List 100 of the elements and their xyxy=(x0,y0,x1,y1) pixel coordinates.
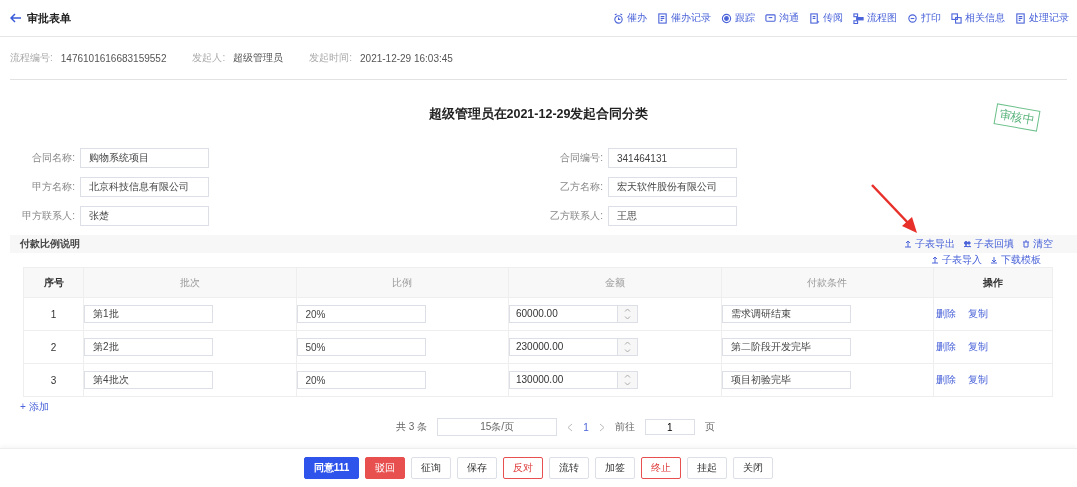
column-header: 比例 xyxy=(296,267,509,298)
increment-icon[interactable] xyxy=(624,341,631,345)
meta-label: 流程编号: xyxy=(10,51,53,65)
action-button[interactable]: 驳回 xyxy=(365,457,406,479)
page-size-select[interactable]: 15条/页 xyxy=(437,418,558,436)
action-button[interactable]: 同意111 xyxy=(303,457,360,479)
input-field[interactable]: 20% xyxy=(296,305,426,323)
action-button[interactable]: 保存 xyxy=(457,457,498,479)
row-action-link[interactable]: 删除 xyxy=(936,307,956,321)
input-field[interactable]: 王思 xyxy=(608,206,737,226)
toolbar-link[interactable]: 催办 xyxy=(613,11,647,25)
page-number[interactable]: 1 xyxy=(583,421,589,433)
toolbar-link[interactable]: 沟通 xyxy=(765,11,799,25)
field-label: 合同编号: xyxy=(559,151,603,165)
column-header: 金额 xyxy=(508,267,721,298)
meta-label: 发起时间: xyxy=(309,51,352,65)
add-row-link[interactable]: + 添加 xyxy=(20,400,49,414)
field-label: 合同名称: xyxy=(31,151,75,165)
row-action-link[interactable]: 复制 xyxy=(968,373,988,387)
column-header: 批次 xyxy=(83,267,296,298)
row-index: 2 xyxy=(23,330,84,364)
number-field[interactable]: 60000.00 xyxy=(509,305,638,323)
meta-value: 2021-12-29 16:03:45 xyxy=(360,52,453,64)
target-icon xyxy=(721,12,732,24)
action-button[interactable]: 终止 xyxy=(641,457,682,479)
input-field[interactable]: 项目初验完毕 xyxy=(721,371,851,389)
meta-value: 1476101616683159552 xyxy=(60,52,167,64)
input-field[interactable]: 需求调研结束 xyxy=(721,305,851,323)
decrement-icon[interactable] xyxy=(624,316,631,320)
row-action-link[interactable]: 复制 xyxy=(968,307,988,321)
people-icon xyxy=(963,240,971,248)
toolbar-link[interactable]: 打印 xyxy=(907,11,941,25)
table-tool-link[interactable]: 下载模板 xyxy=(990,253,1041,267)
action-button[interactable]: 征询 xyxy=(411,457,452,479)
meta-value: 超级管理员 xyxy=(233,51,284,65)
increment-icon[interactable] xyxy=(624,308,631,312)
row-index: 1 xyxy=(23,297,84,331)
document-icon xyxy=(657,12,668,24)
action-button[interactable]: 关闭 xyxy=(733,457,774,479)
form-title: 超级管理员在2021-12-29发起合同分类 xyxy=(428,105,649,123)
input-field[interactable]: 50% xyxy=(296,338,426,356)
toolbar-link[interactable]: 跟踪 xyxy=(721,11,755,25)
input-field[interactable]: 第2批 xyxy=(84,338,213,356)
pointer-arrow xyxy=(870,183,920,235)
input-field[interactable]: 20% xyxy=(296,371,426,389)
field-label: 乙方名称: xyxy=(559,180,603,194)
table-tool-link[interactable]: 子表回填 xyxy=(963,237,1014,251)
input-field[interactable]: 第4批次 xyxy=(84,371,213,389)
increment-icon[interactable] xyxy=(624,374,631,378)
table-tool-link[interactable]: 子表导出 xyxy=(904,237,955,251)
row-action-link[interactable]: 删除 xyxy=(936,340,956,354)
action-button[interactable]: 反对 xyxy=(503,457,544,479)
section-title: 付款比例说明 xyxy=(20,237,80,251)
alarm-clock-icon xyxy=(613,12,624,24)
row-action-link[interactable]: 复制 xyxy=(968,340,988,354)
page-input[interactable]: 1 xyxy=(644,419,695,435)
input-field[interactable]: 购物系统项目 xyxy=(80,148,209,168)
column-header: 付款条件 xyxy=(721,267,934,298)
action-button[interactable]: 加签 xyxy=(595,457,636,479)
goto-label: 前往 xyxy=(614,420,635,434)
page-unit: 页 xyxy=(704,420,715,434)
toolbar-link[interactable]: 流程图 xyxy=(853,11,897,25)
download-icon xyxy=(990,256,998,264)
column-header: 序号 xyxy=(23,267,84,298)
number-field[interactable]: 230000.00 xyxy=(509,338,638,356)
number-field[interactable]: 130000.00 xyxy=(509,371,638,389)
next-page-icon[interactable] xyxy=(598,422,605,432)
previous-page-icon[interactable] xyxy=(567,422,574,432)
field-label: 甲方联系人: xyxy=(21,209,75,223)
back-arrow-icon[interactable] xyxy=(10,13,22,23)
page-title: 审批表单 xyxy=(27,10,71,26)
upload-icon xyxy=(931,256,939,264)
table-tool-link[interactable]: 子表导入 xyxy=(931,253,982,267)
decrement-icon[interactable] xyxy=(624,349,631,353)
copy-icon xyxy=(951,12,962,24)
input-field[interactable]: 341464131 xyxy=(608,148,737,168)
toolbar-link[interactable]: 相关信息 xyxy=(951,11,1005,25)
field-label: 甲方名称: xyxy=(31,180,75,194)
toolbar-link[interactable]: 催办记录 xyxy=(657,11,711,25)
table-tool-link[interactable]: 清空 xyxy=(1022,237,1053,251)
input-field[interactable]: 第二阶段开发完毕 xyxy=(721,338,851,356)
input-field[interactable]: 张楚 xyxy=(80,206,209,226)
meta-label: 发起人: xyxy=(192,51,226,65)
input-field[interactable]: 第1批 xyxy=(84,305,213,323)
row-index: 3 xyxy=(23,363,84,397)
total-count: 共 3 条 xyxy=(396,420,428,434)
field-label: 乙方联系人: xyxy=(549,209,603,223)
action-button[interactable]: 流转 xyxy=(549,457,590,479)
upload-icon xyxy=(904,240,912,248)
minus-circle-icon xyxy=(907,12,918,24)
action-button[interactable]: 挂起 xyxy=(687,457,728,479)
toolbar-link[interactable]: 处理记录 xyxy=(1015,11,1069,25)
decrement-icon[interactable] xyxy=(624,382,631,386)
row-action-link[interactable]: 删除 xyxy=(936,373,956,387)
input-field[interactable]: 宏天软件股份有限公司 xyxy=(608,177,737,197)
input-field[interactable]: 北京科技信息有限公司 xyxy=(80,177,209,197)
toolbar-link[interactable]: 传阅 xyxy=(809,11,843,25)
list-icon xyxy=(809,12,820,24)
trash-icon xyxy=(1022,240,1030,248)
column-header: 操作 xyxy=(933,267,1053,298)
